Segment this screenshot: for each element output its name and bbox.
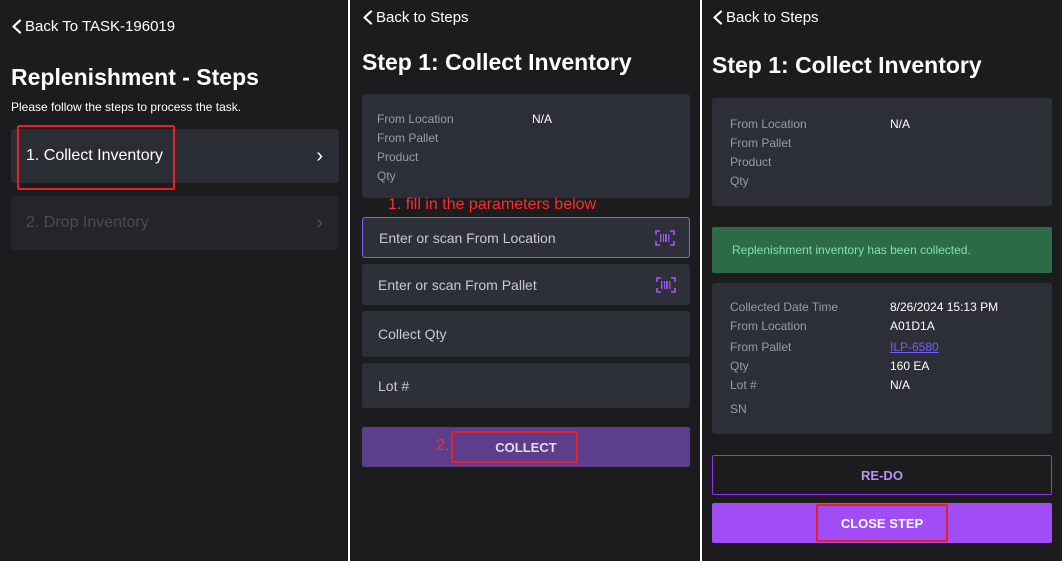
from-location-value: N/A bbox=[532, 112, 553, 126]
chevron-right-icon: › bbox=[316, 145, 323, 167]
product-label: Product bbox=[377, 150, 419, 164]
lot-value: N/A bbox=[890, 378, 911, 392]
step-title: Step 1: Collect Inventory bbox=[362, 49, 632, 75]
lot-input[interactable]: Lot # bbox=[362, 363, 690, 408]
chevron-left-icon bbox=[713, 10, 723, 25]
product-label: Product bbox=[730, 155, 772, 169]
collect-inventory-result-panel: Back to Steps Step 1: Collect Inventory … bbox=[702, 0, 1062, 561]
chevron-left-icon bbox=[363, 10, 373, 25]
qty-label: Qty bbox=[730, 359, 749, 373]
success-banner: Replenishment inventory has been collect… bbox=[712, 227, 1052, 273]
back-to-steps-link[interactable]: Back to Steps bbox=[362, 9, 469, 26]
step-label: 2. Drop Inventory bbox=[26, 214, 149, 231]
from-location-label: From Location bbox=[377, 112, 454, 126]
chevron-right-icon: › bbox=[316, 212, 323, 234]
qty-label: Qty bbox=[377, 169, 396, 183]
task-info-card: From Location N/A From Pallet Product Qt… bbox=[712, 98, 1052, 206]
collected-date-value: 8/26/2024 15:13 PM bbox=[890, 300, 999, 314]
collect-inventory-form-panel: Back to Steps Step 1: Collect Inventory … bbox=[350, 0, 700, 561]
from-location-placeholder: Enter or scan From Location bbox=[379, 229, 556, 246]
lot-label: Lot # bbox=[730, 378, 757, 392]
back-label: Back to Steps bbox=[726, 9, 819, 26]
step-title: Step 1: Collect Inventory bbox=[712, 52, 982, 78]
lot-placeholder: Lot # bbox=[378, 377, 410, 394]
sn-label: SN bbox=[730, 402, 747, 416]
chevron-left-icon bbox=[12, 19, 22, 34]
redo-button[interactable]: RE-DO bbox=[712, 455, 1052, 495]
back-label: Back to Steps bbox=[376, 9, 469, 26]
from-pallet-link[interactable]: ILP-6580 bbox=[890, 340, 939, 354]
from-location-value: N/A bbox=[890, 117, 911, 131]
steps-list-panel: Back To TASK-196019 Replenishment - Step… bbox=[0, 0, 348, 561]
annotation-highlight-box bbox=[816, 504, 948, 542]
from-pallet-placeholder: Enter or scan From Pallet bbox=[378, 276, 537, 293]
from-location-label: From Location bbox=[730, 117, 807, 131]
task-info-card: From Location N/A From Pallet Product Qt… bbox=[362, 94, 690, 198]
annotation-fill-parameters: 1. fill in the parameters below bbox=[388, 196, 597, 213]
barcode-scan-icon[interactable] bbox=[656, 276, 676, 293]
from-pallet-label: From Pallet bbox=[377, 131, 439, 145]
qty-value: 160 EA bbox=[890, 359, 930, 373]
annotation-highlight-box bbox=[17, 125, 175, 190]
collect-qty-placeholder: Collect Qty bbox=[378, 326, 447, 342]
collect-qty-input[interactable]: Collect Qty bbox=[362, 311, 690, 357]
annotation-step-2: 2. bbox=[436, 437, 450, 454]
collected-date-label: Collected Date Time bbox=[730, 300, 839, 314]
page-title: Replenishment - Steps bbox=[11, 64, 259, 90]
back-label: Back To TASK-196019 bbox=[25, 18, 176, 35]
step-drop-inventory: 2. Drop Inventory › bbox=[11, 196, 339, 250]
back-to-task-link[interactable]: Back To TASK-196019 bbox=[11, 18, 175, 35]
from-location-value: A01D1A bbox=[890, 319, 935, 333]
from-pallet-input[interactable]: Enter or scan From Pallet bbox=[362, 264, 690, 305]
success-message: Replenishment inventory has been collect… bbox=[732, 243, 971, 257]
redo-label: RE-DO bbox=[861, 467, 903, 483]
from-location-label: From Location bbox=[730, 319, 807, 333]
from-pallet-label: From Pallet bbox=[730, 340, 792, 354]
annotation-highlight-box bbox=[451, 431, 578, 463]
from-location-input[interactable]: Enter or scan From Location bbox=[362, 217, 690, 258]
qty-label: Qty bbox=[730, 174, 749, 188]
from-pallet-label: From Pallet bbox=[730, 136, 792, 150]
back-to-steps-link[interactable]: Back to Steps bbox=[712, 9, 819, 26]
collected-details-card: Collected Date Time 8/26/2024 15:13 PM F… bbox=[712, 283, 1052, 434]
barcode-scan-icon[interactable] bbox=[655, 229, 675, 246]
page-subtitle: Please follow the steps to process the t… bbox=[11, 100, 242, 114]
